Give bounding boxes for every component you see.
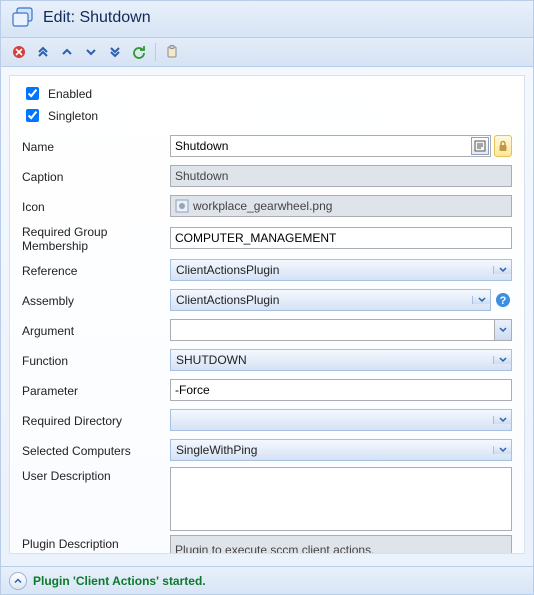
refresh-button[interactable] [129, 42, 149, 62]
icon-field[interactable]: workplace_gearwheel.png [170, 195, 512, 217]
plugin-description-field: Plugin to execute sccm client actions. V… [170, 535, 512, 554]
reference-label: Reference [22, 262, 164, 278]
lock-icon [497, 140, 509, 152]
singleton-checkbox[interactable] [26, 109, 39, 122]
chevron-down-icon [493, 416, 511, 424]
form-panel: Enabled Singleton Name [9, 75, 525, 554]
caption-field: Shutdown [170, 165, 512, 187]
selected-computers-value: SingleWithPing [171, 443, 493, 457]
singleton-label: Singleton [48, 109, 98, 123]
refresh-icon [132, 45, 146, 59]
argument-label: Argument [22, 322, 164, 338]
plugin-description-label: Plugin Description [22, 535, 164, 551]
assembly-help-button[interactable]: ? [494, 289, 512, 311]
title-bar: Edit: Shutdown [1, 1, 533, 38]
chevron-down-icon [493, 266, 511, 274]
window-title: Edit: Shutdown [43, 9, 151, 27]
name-label: Name [22, 138, 164, 154]
svg-text:?: ? [500, 295, 507, 307]
argument-input[interactable] [170, 319, 494, 341]
assembly-value: ClientActionsPlugin [171, 293, 472, 307]
name-lock-button[interactable] [494, 135, 512, 157]
reference-value: ClientActionsPlugin [171, 263, 493, 277]
status-text: Plugin 'Client Actions' started. [33, 574, 206, 588]
reference-dropdown[interactable]: ClientActionsPlugin [170, 259, 512, 281]
double-chevron-down-icon [108, 45, 122, 59]
chevron-down-icon [499, 326, 507, 334]
icon-filename: workplace_gearwheel.png [193, 199, 332, 213]
singleton-row: Singleton [22, 106, 512, 125]
move-bottom-button[interactable] [105, 42, 125, 62]
chevron-up-icon [13, 576, 23, 586]
gear-file-icon [175, 199, 189, 213]
toolbar [1, 38, 533, 67]
close-icon [12, 45, 26, 59]
clipboard-icon [165, 45, 179, 59]
name-input[interactable] [170, 135, 491, 157]
required-directory-dropdown[interactable] [170, 409, 512, 431]
chevron-down-icon [493, 356, 511, 364]
parameter-label: Parameter [22, 382, 164, 398]
function-label: Function [22, 352, 164, 368]
required-directory-label: Required Directory [22, 412, 164, 428]
move-top-button[interactable] [33, 42, 53, 62]
caption-label: Caption [22, 168, 164, 184]
function-value: SHUTDOWN [171, 353, 493, 367]
chevron-down-icon [493, 446, 511, 454]
enabled-checkbox[interactable] [26, 87, 39, 100]
enabled-row: Enabled [22, 84, 512, 103]
expand-status-button[interactable] [9, 572, 27, 590]
assembly-label: Assembly [22, 292, 164, 308]
move-up-button[interactable] [57, 42, 77, 62]
clipboard-button[interactable] [162, 42, 182, 62]
toolbar-separator [155, 43, 156, 61]
chevron-up-icon [60, 45, 74, 59]
help-icon: ? [495, 292, 511, 308]
script-icon [474, 140, 486, 152]
parameter-input[interactable] [170, 379, 512, 401]
required-group-input[interactable] [170, 227, 512, 249]
window: Edit: Shutdown [0, 0, 534, 595]
window-stack-icon [11, 7, 35, 29]
move-down-button[interactable] [81, 42, 101, 62]
user-description-label: User Description [22, 467, 164, 483]
double-chevron-up-icon [36, 45, 50, 59]
assembly-dropdown[interactable]: ClientActionsPlugin [170, 289, 491, 311]
selected-computers-dropdown[interactable]: SingleWithPing [170, 439, 512, 461]
status-bar: Plugin 'Client Actions' started. [1, 566, 533, 594]
name-picker-button[interactable] [471, 137, 489, 155]
close-button[interactable] [9, 42, 29, 62]
argument-dropdown-button[interactable] [494, 319, 512, 341]
icon-label: Icon [22, 198, 164, 214]
enabled-label: Enabled [48, 87, 92, 101]
function-dropdown[interactable]: SHUTDOWN [170, 349, 512, 371]
chevron-down-icon [472, 296, 490, 304]
selected-computers-label: Selected Computers [22, 442, 164, 458]
required-group-label: Required Group Membership [22, 223, 164, 253]
user-description-input[interactable] [170, 467, 512, 531]
chevron-down-icon [84, 45, 98, 59]
